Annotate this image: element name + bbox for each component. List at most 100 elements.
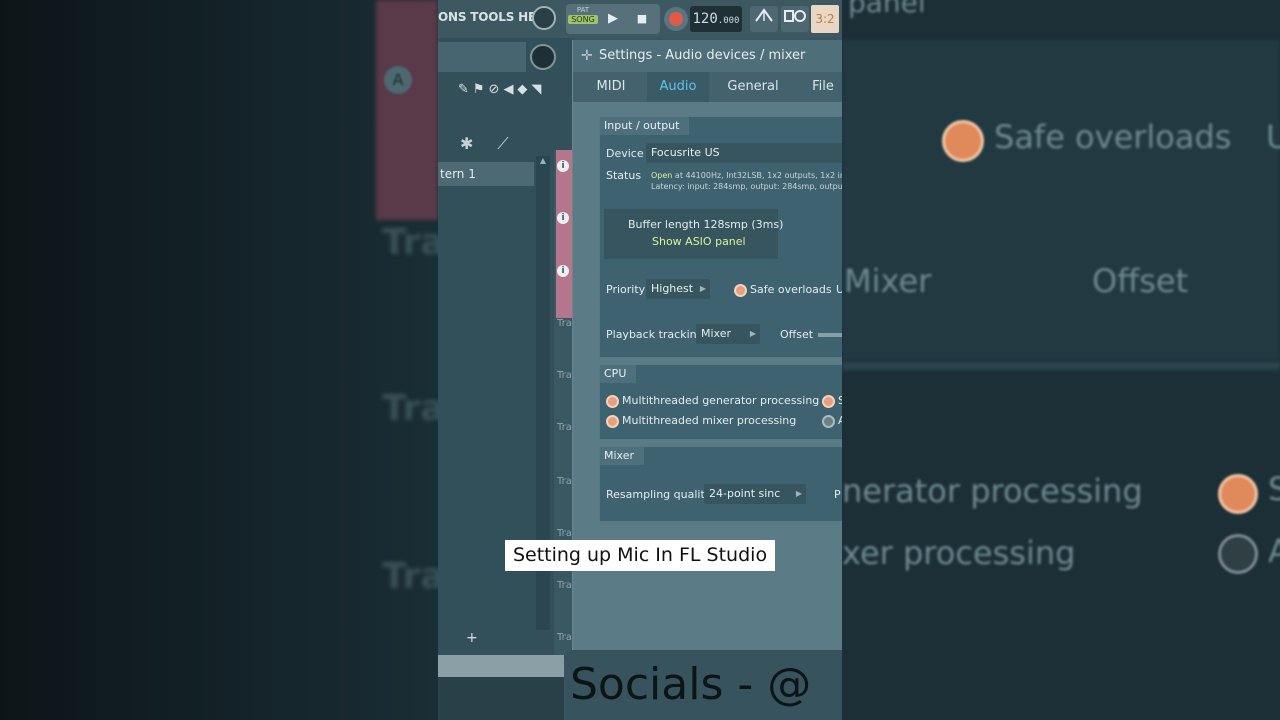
tab-midi[interactable]: MIDI <box>583 72 639 102</box>
track-label: Tra <box>557 580 572 591</box>
blurred-fragment: A <box>1268 532 1280 570</box>
cpu-option-radio[interactable] <box>822 415 835 428</box>
settings-title: Settings - Audio devices / mixer <box>599 48 806 63</box>
chevron-right-icon: ▶ <box>699 284 706 293</box>
hint-bar <box>438 42 526 72</box>
device-select[interactable]: Focusrite US <box>646 143 842 163</box>
wait-input-icon[interactable] <box>781 6 809 32</box>
blurred-track-label: Tra <box>382 556 438 597</box>
tab-general[interactable]: General <box>717 72 789 102</box>
video-frame: A Tra Tra Tra panel Safe overloads U Mix… <box>0 0 1280 720</box>
metronome-icon[interactable] <box>750 6 778 32</box>
add-pattern-button[interactable]: + <box>466 630 478 646</box>
pat-label: PAT <box>576 6 590 14</box>
record-icon <box>669 12 683 26</box>
selected-track-highlight <box>556 150 572 318</box>
tab-file[interactable]: File <box>797 72 842 102</box>
play-button[interactable]: ▶ <box>602 8 624 30</box>
settings-title-bar[interactable]: ✛ Settings - Audio devices / mixer <box>573 40 842 72</box>
show-asio-panel-link[interactable]: Show ASIO panel <box>652 235 746 248</box>
bottom-panel <box>438 677 564 720</box>
playback-tracking-value: Mixer <box>701 327 732 340</box>
cut-off-option: S <box>838 394 842 407</box>
track-label: Tra <box>557 318 572 329</box>
socials-watermark: Socials - @ <box>566 650 842 720</box>
safe-overloads-radio[interactable] <box>734 284 747 297</box>
fl-studio-screenshot: ONS TOOLS HELP PAT SONG ▶ ■ 120.000 3:2 … <box>438 0 842 720</box>
move-window-icon[interactable]: ✛ <box>581 40 593 72</box>
blurred-divider <box>842 362 1280 370</box>
blurred-track-label: Tra <box>382 388 438 429</box>
scroll-up-icon[interactable]: ▲ <box>536 156 550 165</box>
track-info-icon[interactable]: i <box>557 212 569 224</box>
buffer-panel: Buffer length 128smp (3ms) Show ASIO pan… <box>604 209 783 259</box>
tempo-display[interactable]: 120.000 <box>690 6 742 32</box>
cut-off-option: P <box>834 488 841 501</box>
input-output-group: Input / output Device Focusrite US Statu… <box>599 116 842 358</box>
main-pitch-knob[interactable] <box>530 44 556 70</box>
multithreaded-generator-label: Multithreaded generator processing <box>622 394 820 407</box>
video-caption: Setting up Mic In FL Studio <box>505 540 775 571</box>
blurred-generator-processing: nerator processing <box>842 472 1143 510</box>
multithreaded-mixer-radio[interactable] <box>606 415 619 428</box>
priority-value: Highest <box>651 282 694 295</box>
blurred-offset: Offset <box>1092 262 1189 300</box>
master-volume-knob[interactable] <box>532 6 556 30</box>
priority-select[interactable]: Highest ▶ <box>646 279 710 299</box>
blurred-radio <box>942 120 984 162</box>
multithreaded-generator-radio[interactable] <box>606 395 619 408</box>
blurred-background-right: panel Safe overloads U Mixer Offset nera… <box>842 0 1280 720</box>
track-label: Tra <box>557 476 572 487</box>
playback-tracking-select[interactable]: Mixer ▶ <box>696 324 760 344</box>
resampling-quality-label: Resampling quality <box>606 488 712 501</box>
blurred-settings-panel <box>842 40 1280 360</box>
mixer-group: Mixer Resampling quality 24-point sinc ▶ … <box>599 446 842 522</box>
cut-off-option: U <box>836 283 842 296</box>
status-details: at 44100Hz, Int32LSB, 1x2 outputs, 1x2 i… <box>674 171 842 180</box>
tool-icons-row[interactable]: ✎⚑⊘◀◆◥ <box>458 82 545 97</box>
status-open: Open <box>651 171 673 180</box>
track-label: Tra <box>557 422 572 433</box>
stop-button[interactable]: ■ <box>631 8 653 30</box>
chevron-right-icon: ▶ <box>749 329 756 338</box>
offset-slider[interactable] <box>818 333 842 337</box>
playback-tracking-label: Playback tracking <box>606 328 704 341</box>
track-info-icon[interactable]: i <box>557 265 569 277</box>
track-label: Tra <box>557 370 572 381</box>
pat-song-toggle[interactable]: PAT SONG <box>568 6 598 32</box>
track-info-icon[interactable]: i <box>557 160 569 172</box>
track-label: Tra <box>557 528 572 539</box>
record-button[interactable] <box>664 7 688 31</box>
tab-audio[interactable]: Audio <box>647 72 709 102</box>
top-toolbar: ONS TOOLS HELP PAT SONG ▶ ■ 120.000 3:2 <box>438 0 842 38</box>
blurred-pink-band <box>376 0 438 220</box>
blurred-radio <box>1218 474 1258 514</box>
device-label: Device <box>606 147 644 160</box>
blurred-radio <box>1218 534 1258 574</box>
settings-tabs: MIDI Audio General File <box>573 72 842 102</box>
blurred-panel-text: panel <box>848 0 926 19</box>
cpu-header: CPU <box>600 365 637 383</box>
blurred-safe-overloads: Safe overloads <box>994 118 1232 156</box>
cpu-option-radio[interactable] <box>822 395 835 408</box>
blurred-background-left: A Tra Tra Tra <box>0 0 438 720</box>
song-label: SONG <box>568 15 598 24</box>
time-display: 3:2 <box>811 5 839 33</box>
blurred-mixer-processing: xer processing <box>842 534 1076 572</box>
resampling-quality-value: 24-point sinc <box>709 487 781 500</box>
status-label: Status <box>606 169 642 182</box>
settings-body: Input / output Device Focusrite US Statu… <box>573 102 842 655</box>
tempo-decimal: .000 <box>717 16 740 26</box>
resampling-quality-select[interactable]: 24-point sinc ▶ <box>704 484 806 504</box>
blurred-mixer: Mixer <box>844 262 932 300</box>
cut-off-option: A <box>838 414 842 427</box>
buffer-length: Buffer length 128smp (3ms) <box>628 218 784 231</box>
browser-tool-icons[interactable]: ✱⟋ <box>460 134 533 154</box>
status-line-2: Latency: input: 284smp, output: 284smp, … <box>651 182 842 191</box>
status-line-1: Open at 44100Hz, Int32LSB, 1x2 outputs, … <box>651 171 842 180</box>
hint-strip <box>438 655 564 677</box>
blurred-fragment: U <box>1266 118 1280 156</box>
blurred-fragment: S <box>1268 470 1280 508</box>
pattern-list-item[interactable]: tern 1 <box>438 162 534 186</box>
device-value: Focusrite US <box>651 146 720 159</box>
